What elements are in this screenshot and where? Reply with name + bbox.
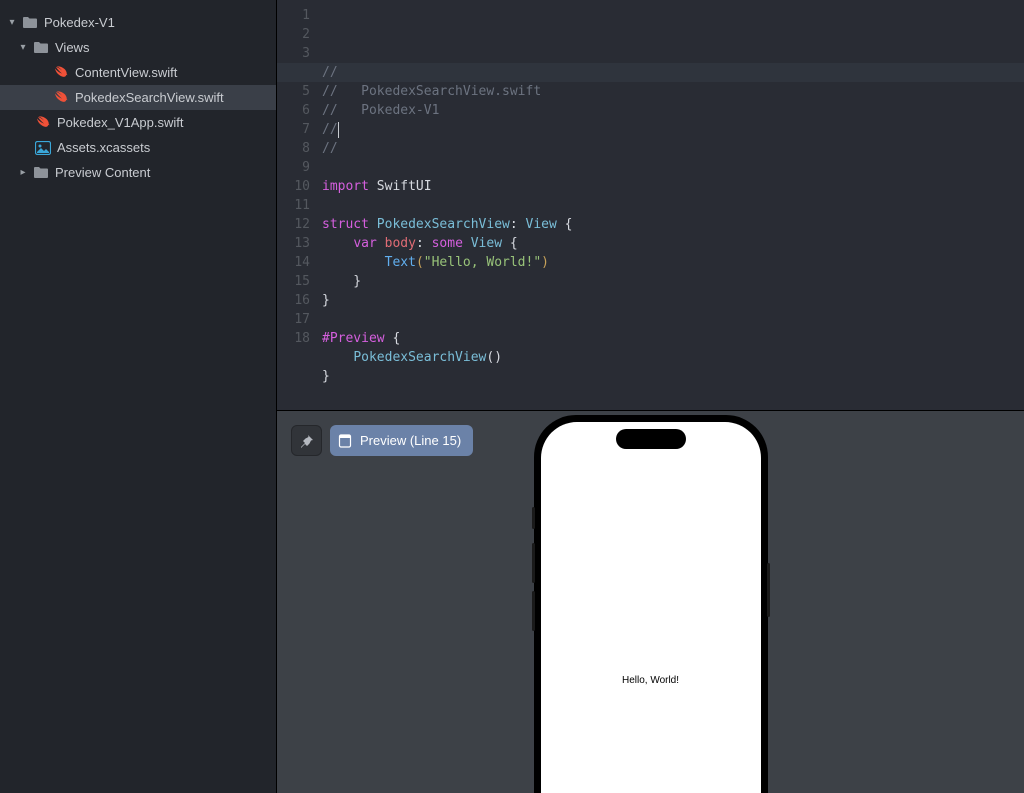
file-pokedex-search-view[interactable]: PokedexSearchView.swift bbox=[0, 85, 276, 110]
swift-icon bbox=[51, 65, 71, 81]
folder-icon bbox=[31, 41, 51, 54]
swift-icon bbox=[51, 90, 71, 106]
folder-label: Preview Content bbox=[55, 165, 150, 180]
project-name: Pokedex-V1 bbox=[44, 15, 115, 30]
assets-icon bbox=[33, 141, 53, 155]
project-root[interactable]: ▾ Pokedex-V1 bbox=[0, 10, 276, 35]
file-assets[interactable]: Assets.xcassets bbox=[0, 135, 276, 160]
pin-preview-button[interactable] bbox=[291, 425, 322, 456]
device-mute-switch bbox=[532, 507, 535, 529]
device-volume-down bbox=[532, 591, 535, 631]
device-frame: Hello, World! bbox=[534, 415, 768, 793]
folder-preview-content[interactable]: ▸ Preview Content bbox=[0, 160, 276, 185]
device-screen[interactable]: Hello, World! bbox=[541, 422, 761, 793]
canvas-preview: Preview (Line 15) Hello, World! bbox=[277, 411, 1024, 793]
file-app[interactable]: Pokedex_V1App.swift bbox=[0, 110, 276, 135]
folder-views[interactable]: ▾ Views bbox=[0, 35, 276, 60]
chevron-right-icon[interactable]: ▸ bbox=[15, 167, 31, 178]
device-volume-up bbox=[532, 543, 535, 583]
preview-selector[interactable]: Preview (Line 15) bbox=[330, 425, 473, 456]
file-content-view[interactable]: ContentView.swift bbox=[0, 60, 276, 85]
dynamic-island bbox=[616, 429, 686, 449]
project-navigator: ▾ Pokedex-V1 ▾ Views ContentView.swift P… bbox=[0, 0, 277, 793]
file-label: Pokedex_V1App.swift bbox=[57, 115, 183, 130]
line-gutter: 123456789101112131415161718 bbox=[277, 0, 322, 410]
device-power-button bbox=[767, 563, 770, 617]
chevron-down-icon[interactable]: ▾ bbox=[15, 42, 31, 53]
folder-label: Views bbox=[55, 40, 89, 55]
preview-chip-label: Preview (Line 15) bbox=[360, 433, 461, 448]
code-editor[interactable]: 123456789101112131415161718 //// Pokedex… bbox=[277, 0, 1024, 411]
preview-chip-icon bbox=[338, 434, 352, 448]
chevron-down-icon[interactable]: ▾ bbox=[4, 17, 20, 28]
file-label: ContentView.swift bbox=[75, 65, 177, 80]
code-content[interactable]: //// PokedexSearchView.swift// Pokedex-V… bbox=[322, 0, 1024, 410]
pin-icon bbox=[300, 434, 314, 448]
file-label: Assets.xcassets bbox=[57, 140, 150, 155]
swift-icon bbox=[33, 115, 53, 131]
preview-rendered-text: Hello, World! bbox=[622, 675, 679, 686]
file-label: PokedexSearchView.swift bbox=[75, 90, 224, 105]
folder-icon bbox=[20, 16, 40, 29]
folder-icon bbox=[31, 166, 51, 179]
main-area: 123456789101112131415161718 //// Pokedex… bbox=[277, 0, 1024, 793]
